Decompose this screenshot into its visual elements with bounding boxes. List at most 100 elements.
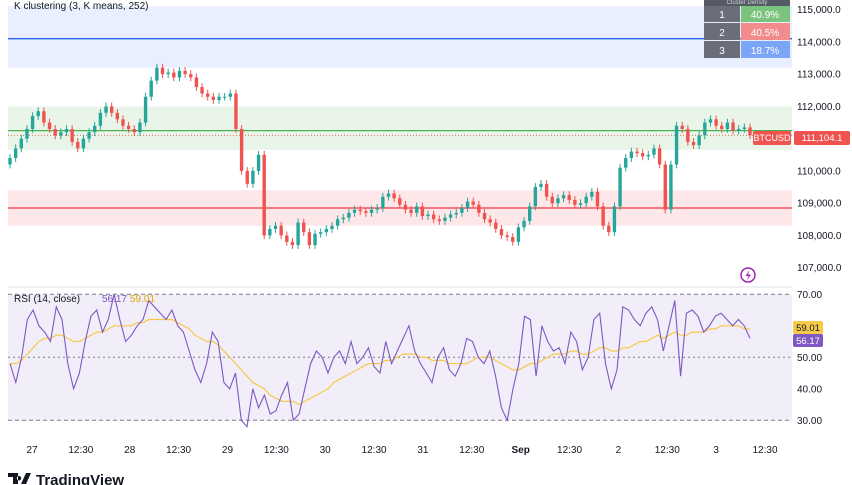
candle-body <box>324 228 329 233</box>
time-tick-label: 12:30 <box>557 445 582 456</box>
time-tick-label: 2 <box>616 445 622 456</box>
candle-body <box>590 191 594 197</box>
candle-body <box>386 193 391 197</box>
candle-body <box>646 154 651 157</box>
cluster-table-header: Cluster Density <box>727 0 768 6</box>
candle-body <box>211 96 216 100</box>
candle-body <box>403 204 408 210</box>
candle-body <box>398 198 402 205</box>
candle-body <box>409 209 413 213</box>
candle-body <box>42 111 46 123</box>
time-axis[interactable]: 27 12:30 28 12:30 29 12:30 30 12:30 31 12:30 Sep 12… <box>26 445 778 456</box>
time-tick-label: 3 <box>713 445 719 456</box>
candle-body <box>454 212 458 215</box>
candle-body <box>720 125 724 129</box>
rsi-ma-tag: 59.01 <box>796 323 820 334</box>
candle-body <box>64 128 69 133</box>
price-chart[interactable]: 115,000.0 114,000.0 113,000.0 112,000.0 111,… <box>0 0 852 485</box>
rsi-tick-label: 40.00 <box>797 384 822 395</box>
candle-body <box>132 128 136 133</box>
rsi-tick-label: 70.00 <box>797 290 822 301</box>
candle-body <box>420 206 425 217</box>
price-tick-label: 108,000.0 <box>797 231 842 242</box>
candle-body <box>742 127 747 129</box>
rsi-axis[interactable]: 70.0060.0050.0040.0030.00 <box>797 290 822 427</box>
time-tick-label: 31 <box>417 445 429 456</box>
price-tick-label: 114,000.0 <box>797 37 841 48</box>
candle-body <box>708 119 713 123</box>
time-tick-label: 29 <box>222 445 234 456</box>
symbol-tag: BTCUSD <box>753 133 791 143</box>
last-price-tag: 111,104.1 <box>802 133 843 144</box>
candle-body <box>358 209 362 212</box>
candle-body <box>36 111 40 117</box>
lightning-icon[interactable] <box>740 267 756 283</box>
time-tick-label: 12:30 <box>166 445 191 456</box>
candle-body <box>115 112 120 120</box>
candle-body <box>544 183 549 197</box>
rsi-tag: 56.17 <box>796 336 820 347</box>
cluster-band-1 <box>8 106 792 150</box>
candle-body <box>465 201 470 208</box>
candle-body <box>296 222 300 246</box>
candle-body <box>686 128 690 142</box>
candle-body <box>522 220 526 228</box>
candle-body <box>347 212 351 218</box>
candle-body <box>488 219 492 223</box>
candle-body <box>104 106 108 113</box>
candle-body <box>482 212 487 220</box>
candle-body <box>550 196 554 204</box>
candle-body <box>19 138 23 149</box>
cluster-id-1: 1 <box>719 10 725 21</box>
rsi-tick-label: 30.00 <box>797 416 822 427</box>
candle-body <box>268 228 272 236</box>
candle-body <box>318 232 323 234</box>
candle-body <box>121 119 125 126</box>
candle-body <box>431 214 436 220</box>
candle-body <box>415 206 419 213</box>
candle-body <box>714 119 718 126</box>
candle-body <box>539 183 543 188</box>
candle-body <box>352 209 357 213</box>
time-tick-label: Sep <box>511 445 529 456</box>
candle-body <box>494 222 498 229</box>
candle-body <box>290 241 295 246</box>
candle-body <box>652 148 656 155</box>
candle-body <box>375 207 379 210</box>
candle-body <box>477 204 481 213</box>
candle-body <box>53 128 57 136</box>
rsi-legend-value: 56.17 <box>102 294 127 305</box>
candle-body <box>239 128 244 171</box>
candle-body <box>87 132 91 139</box>
candle-body <box>194 77 199 88</box>
time-tick-label: 30 <box>320 445 332 456</box>
candle-body <box>25 128 29 139</box>
candle-body <box>217 96 221 100</box>
time-tick-label: 12:30 <box>459 445 484 456</box>
candle-body <box>657 148 662 165</box>
rsi-tags: 59.01 56.17 <box>793 321 823 347</box>
rsi-label: RSI (14, close) <box>14 294 80 305</box>
candle-body <box>511 237 515 242</box>
candle-body <box>725 122 730 129</box>
candle-body <box>748 127 752 136</box>
candle-body <box>528 206 532 221</box>
candle-body <box>595 191 600 207</box>
price-tick-label: 113,000.0 <box>797 70 841 81</box>
rsi-pane[interactable] <box>8 293 792 428</box>
indicator-label: K clustering (3, K means, 252) <box>14 1 149 12</box>
cluster-id-3: 3 <box>719 46 725 57</box>
candle-body <box>703 122 707 136</box>
time-tick-label: 27 <box>26 445 38 456</box>
candle-body <box>629 151 634 159</box>
candle-body <box>155 67 159 81</box>
candle-body <box>200 87 204 94</box>
candle-body <box>30 116 35 129</box>
candle-body <box>160 67 165 75</box>
price-pane[interactable] <box>8 6 792 249</box>
tradingview-logo: TradingView <box>8 472 124 485</box>
candle-body <box>245 170 249 184</box>
candle-body <box>697 135 701 146</box>
candle-body <box>166 72 170 75</box>
candle-body <box>256 154 261 171</box>
